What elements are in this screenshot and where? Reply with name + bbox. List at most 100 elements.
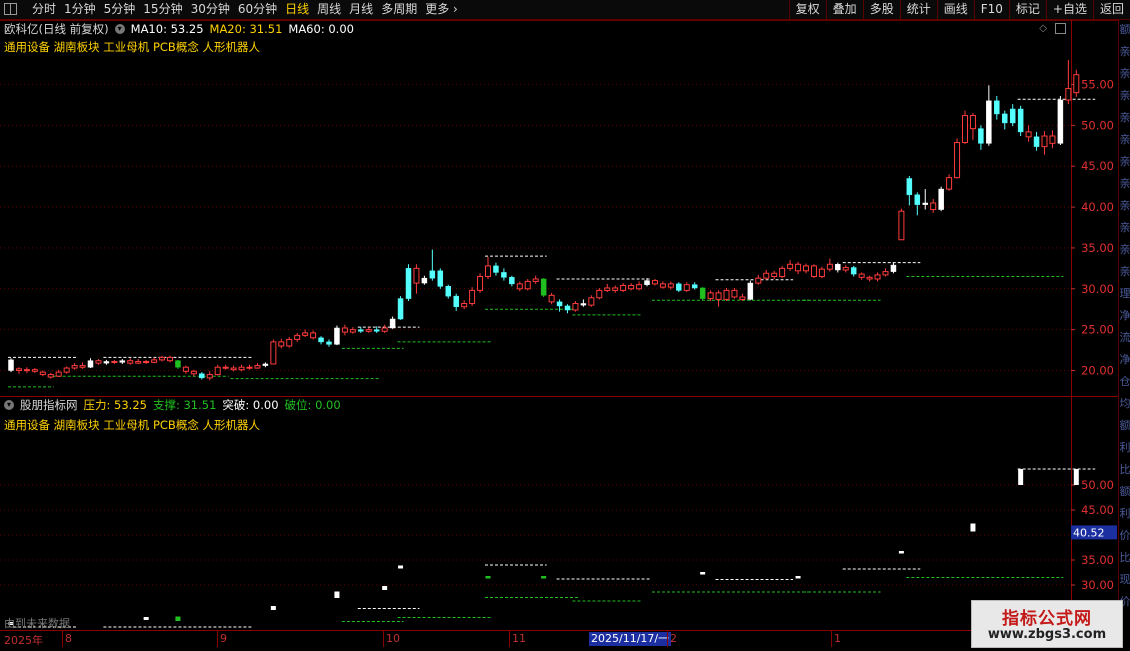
month-label: 10 xyxy=(386,632,400,645)
candle-body xyxy=(667,283,674,288)
watermark-title: 指标公式网 xyxy=(1002,609,1092,629)
candle-body xyxy=(994,100,1000,115)
candle-body xyxy=(906,178,913,196)
sidebar-char: 亲 xyxy=(1119,45,1130,58)
sidebar-char: 亲 xyxy=(1119,243,1130,256)
candle-body xyxy=(731,289,738,298)
indicator-tick-label: 30.00 xyxy=(1081,578,1114,592)
candle-body xyxy=(524,280,531,290)
candle-body xyxy=(95,360,102,364)
sidebar-char: 利 xyxy=(1119,507,1130,520)
candle-body xyxy=(214,366,221,376)
indicator-bar xyxy=(398,565,404,569)
sidebar-char: 亲 xyxy=(1119,177,1130,190)
candle-body xyxy=(620,285,627,291)
indicator-bar xyxy=(382,586,388,590)
candle-body xyxy=(55,371,62,377)
candle-body xyxy=(651,280,658,285)
indicator-bar xyxy=(175,616,181,621)
candle-body xyxy=(787,263,794,269)
candle-body xyxy=(628,285,635,290)
candle-body xyxy=(111,361,118,363)
sidebar-char: 流 xyxy=(1119,331,1130,344)
candle-body xyxy=(230,367,237,371)
kline-chart[interactable]: 20.00 25.00 30.00 35.00 40.00 45.00 50.00 55.00… xyxy=(0,0,1118,630)
candle-body xyxy=(803,265,809,272)
candle-body xyxy=(262,363,269,366)
candle-body xyxy=(938,188,944,210)
candle-body xyxy=(159,356,166,361)
candle-body xyxy=(326,341,332,345)
candle-body xyxy=(1049,135,1056,144)
candle-body xyxy=(190,370,197,375)
sidebar-char: 利 xyxy=(1119,441,1130,454)
candle-body xyxy=(1065,88,1072,101)
candle-body xyxy=(1073,74,1080,94)
candle-body xyxy=(516,283,523,290)
candle-body xyxy=(509,277,515,285)
candle-body xyxy=(699,287,706,299)
candle-body xyxy=(572,302,579,311)
candle-body xyxy=(238,366,245,371)
candle-body xyxy=(206,374,213,379)
price-tick-label: 55.00 xyxy=(1081,78,1114,92)
candle-body xyxy=(437,270,444,287)
candle-body xyxy=(596,289,603,299)
candle-body xyxy=(182,366,189,372)
candle-body xyxy=(167,356,173,362)
candle-body xyxy=(707,292,714,300)
candle-body xyxy=(723,289,730,300)
sidebar-char: 亲 xyxy=(1119,67,1130,80)
candle-body xyxy=(850,267,857,275)
candle-body xyxy=(946,177,953,190)
sidebar-char: 仓 xyxy=(1119,375,1130,388)
candle-body xyxy=(636,284,643,290)
candle-body xyxy=(818,268,825,278)
candle-body xyxy=(755,277,762,284)
candle-body xyxy=(763,272,770,279)
candle-body xyxy=(866,276,873,280)
candle-body xyxy=(341,327,348,333)
candle-body xyxy=(286,338,293,347)
candle-body xyxy=(978,128,984,144)
candle-body xyxy=(405,268,412,299)
indicator-bar xyxy=(334,591,340,598)
candle-body xyxy=(548,294,555,303)
candle-body xyxy=(882,271,889,276)
candle-body xyxy=(715,292,722,300)
candle-body xyxy=(1057,99,1064,144)
candle-body xyxy=(683,284,690,291)
candle-body xyxy=(31,369,38,372)
candle-body xyxy=(222,366,229,369)
candle-body xyxy=(15,368,22,371)
sidebar-char: 亲 xyxy=(1119,199,1130,212)
candle-body xyxy=(612,287,619,291)
candle-body xyxy=(779,267,786,278)
future-data-note: 由到未来数据 xyxy=(4,617,70,630)
candle-body xyxy=(477,276,484,291)
candle-body xyxy=(1009,108,1016,124)
price-tick-label: 35.00 xyxy=(1081,241,1114,255)
candle-body xyxy=(63,367,70,373)
watermark-url: www.zbgs3.com xyxy=(987,627,1107,642)
indicator-tick-label: 35.00 xyxy=(1081,553,1114,567)
price-tick-label: 25.00 xyxy=(1081,323,1114,337)
month-label: 1 xyxy=(834,632,841,645)
candle-body xyxy=(962,115,968,144)
candle-body xyxy=(127,360,134,364)
candle-body xyxy=(842,267,849,271)
candle-body xyxy=(835,264,841,271)
candle-body xyxy=(954,142,961,179)
candle-body xyxy=(493,265,499,273)
candle-body xyxy=(747,282,754,300)
indicator-bar xyxy=(143,617,149,620)
right-sidebar[interactable]: 额亲亲亲亲亲亲亲亲亲亲亲理净流净仓均额利比额利价比现价 xyxy=(1118,20,1130,645)
candle-body xyxy=(429,270,436,279)
current-value-text: 40.52 xyxy=(1073,526,1105,539)
candle-body xyxy=(874,274,881,280)
candle-body xyxy=(175,360,181,368)
candle-body xyxy=(246,366,253,369)
indicator-bar xyxy=(1073,469,1079,485)
candle-body xyxy=(739,296,746,300)
candle-body xyxy=(143,361,150,363)
